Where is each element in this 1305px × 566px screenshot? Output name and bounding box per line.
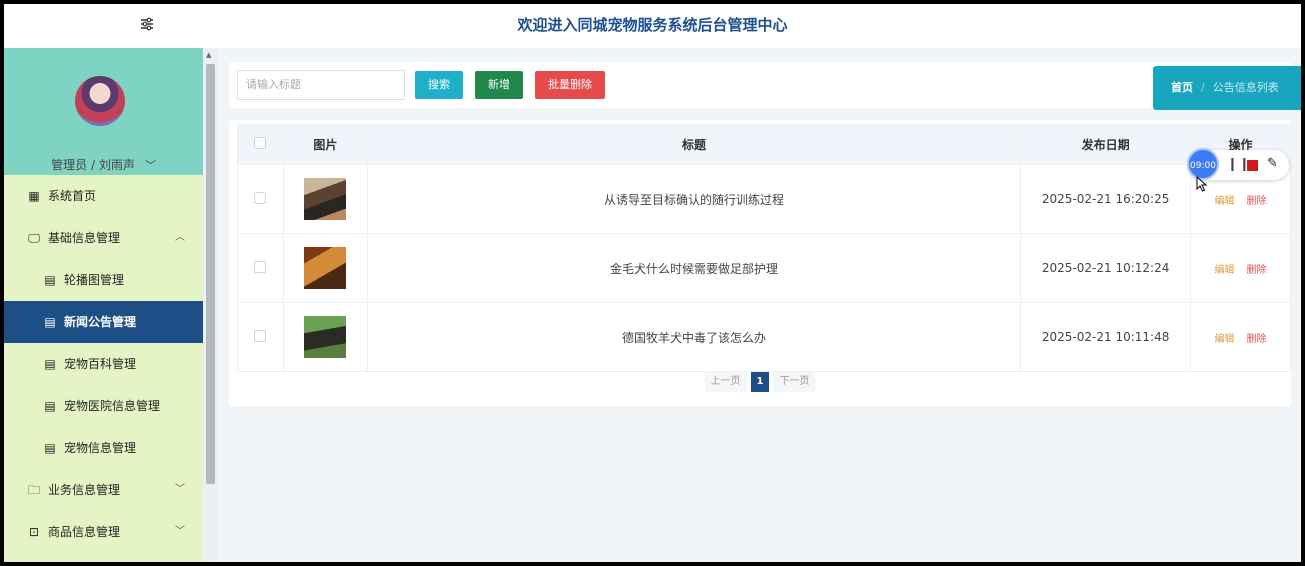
profile-panel: 管理员 / 刘雨声 ﹀ xyxy=(4,48,203,175)
chevron-down-icon: ﹀ xyxy=(175,484,185,495)
row-checkbox[interactable] xyxy=(254,260,267,273)
row-title: 金毛犬什么时候需要做足部护理 xyxy=(366,233,1022,303)
pagination: 上一页 1 下一页 xyxy=(229,372,1291,392)
table-row: 金毛犬什么时候需要做足部护理 2025-02-21 10:12:24 编辑 删除 xyxy=(237,233,1291,303)
sidebar-item-news[interactable]: ▤ 新闻公告管理 xyxy=(4,301,203,343)
table-row: 从诱导至目标确认的随行训练过程 2025-02-21 16:20:25 编辑 删除 xyxy=(237,164,1291,234)
doc-icon: ▤ xyxy=(44,441,56,455)
doc-icon: ▤ xyxy=(44,399,56,413)
sidebar-item-label: 基础信息管理 xyxy=(48,231,121,245)
row-check-cell xyxy=(237,302,284,372)
sidebar-item-pet-info[interactable]: ▤ 宠物信息管理 xyxy=(4,427,203,469)
stop-icon[interactable] xyxy=(1247,160,1258,171)
column-header-title: 标题 xyxy=(366,124,1022,165)
search-toolbar: 搜索 新增 批量删除 xyxy=(229,62,1291,108)
grid-icon: ▦ xyxy=(28,189,40,203)
sidebar-item-label: 业务信息管理 xyxy=(48,483,121,497)
row-actions: 编辑 删除 xyxy=(1190,302,1291,372)
select-all-checkbox[interactable] xyxy=(254,137,267,149)
sidebar-item-basic-info[interactable]: 🖵 基础信息管理 ︿ xyxy=(4,217,203,259)
column-header-image: 图片 xyxy=(282,124,368,165)
table-row: 德国牧羊犬中毒了该怎么办 2025-02-21 10:11:48 编辑 删除 xyxy=(237,302,1291,372)
chevron-up-icon: ︿ xyxy=(175,232,185,243)
sidebar-item-label: 轮播图管理 xyxy=(64,273,125,287)
row-image-cell xyxy=(282,302,368,372)
row-image-cell xyxy=(282,164,368,234)
breadcrumb-current: 公告信息列表 xyxy=(1212,81,1279,94)
row-date: 2025-02-21 10:11:48 xyxy=(1020,302,1192,372)
news-thumbnail[interactable] xyxy=(304,316,347,358)
sidebar-item-label: 系统首页 xyxy=(48,189,97,203)
sidebar-item-label: 宠物信息管理 xyxy=(64,441,137,455)
edit-link[interactable]: 编辑 xyxy=(1215,196,1235,207)
sidebar-item-carousel[interactable]: ▤ 轮播图管理 xyxy=(4,259,203,301)
search-button[interactable]: 搜索 xyxy=(415,71,463,99)
sidebar-item-label: 宠物百科管理 xyxy=(64,357,137,371)
select-all-cell xyxy=(237,124,284,165)
sidebar-item-pet-wiki[interactable]: ▤ 宠物百科管理 xyxy=(4,343,203,385)
sidebar-item-label: 商品信息管理 xyxy=(48,525,121,539)
news-thumbnail[interactable] xyxy=(304,247,347,289)
doc-icon: ▤ xyxy=(44,315,56,329)
row-title: 从诱导至目标确认的随行训练过程 xyxy=(366,164,1022,234)
row-image-cell xyxy=(282,233,368,303)
main-content: 搜索 新增 批量删除 首页 / 公告信息列表 图片 标题 发布日期 操作 xyxy=(217,48,1301,562)
breadcrumb-home[interactable]: 首页 xyxy=(1171,81,1193,94)
doc-icon: ▤ xyxy=(44,273,56,287)
delete-link[interactable]: 删除 xyxy=(1247,334,1267,345)
prev-page-button[interactable]: 上一页 xyxy=(704,372,747,392)
column-header-date: 发布日期 xyxy=(1020,124,1192,165)
edit-link[interactable]: 编辑 xyxy=(1215,265,1235,276)
row-date: 2025-02-21 16:20:25 xyxy=(1020,164,1192,234)
row-check-cell xyxy=(237,164,284,234)
pen-icon[interactable]: ✎ xyxy=(1267,156,1278,171)
row-checkbox[interactable] xyxy=(254,191,267,204)
top-header: 欢迎进入同城宠物服务系统后台管理中心 xyxy=(4,4,1301,46)
sidebar-item-home[interactable]: ▦ 系统首页 xyxy=(4,175,203,217)
batch-delete-button[interactable]: 批量删除 xyxy=(535,71,605,99)
row-title: 德国牧羊犬中毒了该怎么办 xyxy=(366,302,1022,372)
monitor-icon: 🖵 xyxy=(28,231,40,245)
system-title: 欢迎进入同城宠物服务系统后台管理中心 xyxy=(517,16,788,34)
row-checkbox[interactable] xyxy=(254,329,267,342)
title-search-input[interactable] xyxy=(237,70,405,100)
next-page-button[interactable]: 下一页 xyxy=(773,372,816,392)
sidebar-scroll-thumb[interactable] xyxy=(206,64,215,484)
sidebar-item-business[interactable]: 🗀 业务信息管理 ﹀ xyxy=(4,469,203,511)
add-button[interactable]: 新增 xyxy=(475,71,523,99)
table-header-row: 图片 标题 发布日期 操作 xyxy=(237,124,1291,165)
row-actions: 编辑 删除 xyxy=(1190,233,1291,303)
news-thumbnail[interactable] xyxy=(304,178,347,220)
folder-icon: 🗀 xyxy=(27,483,40,497)
table-card: 图片 标题 发布日期 操作 从诱导至目标确认的随行训练过程 2025-02-21… xyxy=(229,120,1291,406)
edit-link[interactable]: 编辑 xyxy=(1215,334,1235,345)
sidebar-item-label: 宠物医院信息管理 xyxy=(64,399,161,413)
chevron-down-icon: ﹀ xyxy=(175,526,185,537)
user-menu[interactable]: 管理员 / 刘雨声 ﹀ xyxy=(4,156,203,173)
app-window: 欢迎进入同城宠物服务系统后台管理中心 管理员 / 刘雨声 ﹀ ▦ 系统首页 🖵 基础信… xyxy=(4,4,1301,562)
avatar[interactable] xyxy=(75,76,125,126)
delete-link[interactable]: 删除 xyxy=(1247,265,1267,276)
notice-table: 图片 标题 发布日期 操作 从诱导至目标确认的随行训练过程 2025-02-21… xyxy=(237,124,1291,372)
delete-link[interactable]: 删除 xyxy=(1247,196,1267,207)
sidebar: 管理员 / 刘雨声 ﹀ ▦ 系统首页 🖵 基础信息管理 ︿ ▤ 轮播图管理 ▤ 新闻公告管… xyxy=(4,48,203,562)
doc-icon: ▤ xyxy=(44,357,56,371)
sidebar-item-pet-hospital[interactable]: ▤ 宠物医院信息管理 xyxy=(4,385,203,427)
chevron-down-icon: ﹀ xyxy=(144,159,156,172)
user-label: 管理员 / 刘雨声 xyxy=(51,158,135,172)
breadcrumb-separator: / xyxy=(1201,81,1205,94)
mouse-cursor-icon xyxy=(1196,176,1208,192)
row-date: 2025-02-21 10:12:24 xyxy=(1020,233,1192,303)
sidebar-item-goods[interactable]: ⊡ 商品信息管理 ﹀ xyxy=(4,511,203,553)
scroll-up-arrow-icon[interactable]: ▲ xyxy=(206,51,211,59)
page-number-button[interactable]: 1 xyxy=(750,372,770,392)
sidebar-item-label: 新闻公告管理 xyxy=(64,315,137,329)
breadcrumb: 首页 / 公告信息列表 xyxy=(1153,66,1301,110)
row-check-cell xyxy=(237,233,284,303)
box-icon: ⊡ xyxy=(28,525,40,539)
